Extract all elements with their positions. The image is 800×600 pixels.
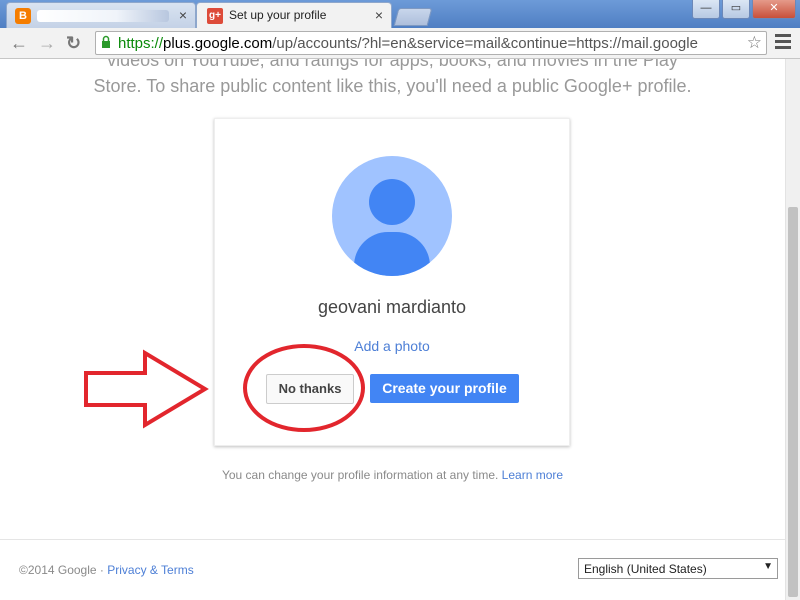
address-bar[interactable]: https://plus.google.com/up/accounts/?hl=… <box>95 31 767 55</box>
maximize-button[interactable]: ▭ <box>722 0 750 19</box>
footer-divider <box>0 539 785 540</box>
reload-icon[interactable]: ↻ <box>66 33 81 54</box>
add-photo-link[interactable]: Add a photo <box>215 338 569 354</box>
vertical-scrollbar[interactable] <box>785 59 800 600</box>
profile-card: geovani mardianto Add a photo No thanks … <box>214 118 570 446</box>
forward-arrow-icon[interactable]: → <box>38 33 56 54</box>
avatar-placeholder-icon <box>332 156 452 276</box>
window-controls: — ▭ ✕ <box>692 0 796 19</box>
language-select[interactable]: English (United States) ▼ <box>578 558 778 579</box>
language-value: English (United States) <box>584 562 707 576</box>
menu-icon[interactable] <box>775 34 791 52</box>
close-window-button[interactable]: ✕ <box>752 0 796 19</box>
minimize-button[interactable]: — <box>692 0 720 19</box>
blogger-icon: B <box>15 8 31 24</box>
profile-name: geovani mardianto <box>317 297 467 317</box>
google-plus-icon: g+ <box>207 8 223 24</box>
no-thanks-button[interactable]: No thanks <box>266 374 354 404</box>
copyright-text: ©2014 Google · <box>19 563 108 577</box>
back-arrow-icon[interactable]: ← <box>10 33 28 54</box>
learn-more-link[interactable]: Learn more <box>502 468 563 482</box>
new-tab-button[interactable] <box>393 8 433 26</box>
create-profile-button[interactable]: Create your profile <box>370 374 519 403</box>
change-info-label: You can change your profile information … <box>221 468 499 482</box>
chevron-down-icon: ▼ <box>763 561 773 572</box>
footer: ©2014 Google · Privacy & Terms <box>19 563 194 577</box>
browser-titlebar: B × g+ Set up your profile × — ▭ ✕ <box>0 0 800 29</box>
url-text: https://plus.google.com/up/accounts/?hl=… <box>118 35 738 52</box>
tab-title: Set up your profile <box>229 8 327 22</box>
url-path: /up/accounts/?hl=en&service=mail&continu… <box>272 35 698 52</box>
tab-blogger[interactable]: B × <box>6 2 196 29</box>
url-scheme: https:// <box>118 35 164 52</box>
bookmark-star-icon[interactable]: ☆ <box>747 33 762 53</box>
tab-setup-profile[interactable]: g+ Set up your profile × <box>196 2 392 29</box>
change-info-text: You can change your profile information … <box>0 468 785 482</box>
tab-close-icon[interactable]: × <box>375 7 383 23</box>
intro-text-line2: Store. To share public content like this… <box>93 76 692 96</box>
intro-text-line1: videos on YouTube, and ratings for apps,… <box>107 59 678 70</box>
page-content: videos on YouTube, and ratings for apps,… <box>0 59 785 600</box>
url-host: plus.google.com <box>163 35 273 52</box>
scrollbar-thumb[interactable] <box>788 207 798 597</box>
tab-close-icon[interactable]: × <box>179 7 187 23</box>
tab-title-redacted <box>37 10 169 22</box>
lock-icon <box>102 35 110 48</box>
browser-toolbar: ← → ↻ https://plus.google.com/up/account… <box>0 28 800 59</box>
privacy-terms-link[interactable]: Privacy & Terms <box>107 563 193 577</box>
